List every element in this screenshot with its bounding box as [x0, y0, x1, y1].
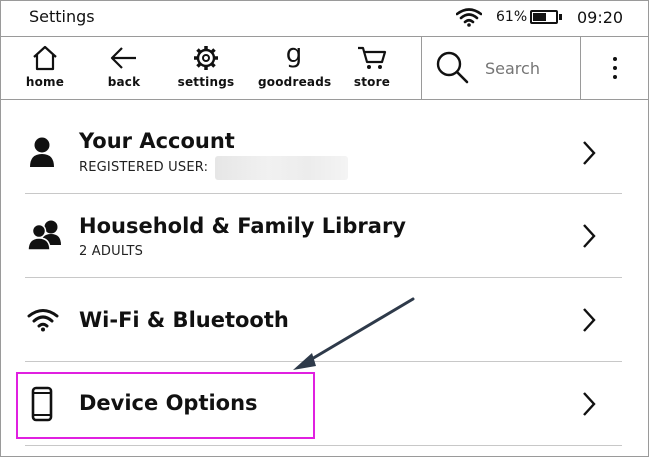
- back-button[interactable]: back: [89, 37, 159, 99]
- battery-icon: [530, 10, 558, 24]
- row-subtitle: 2 ADULTS: [79, 244, 144, 259]
- highlight-box: [16, 372, 315, 439]
- clock: 09:20: [577, 8, 624, 27]
- home-label: home: [25, 75, 65, 89]
- store-label: store: [353, 75, 391, 89]
- chevron-right-icon: [581, 307, 597, 337]
- toolbar-divider: [421, 37, 422, 99]
- back-arrow-icon: [110, 45, 138, 71]
- battery-percent: 61%: [496, 9, 528, 25]
- pointer-arrow: [285, 295, 420, 379]
- row-title: Household & Family Library: [79, 214, 406, 238]
- wifi-icon: [27, 308, 59, 336]
- people-icon: [27, 219, 63, 255]
- home-icon: [32, 45, 58, 71]
- cart-icon: [357, 45, 387, 71]
- settings-label: settings: [177, 75, 235, 89]
- chevron-right-icon: [581, 140, 597, 170]
- row-title: Wi-Fi & Bluetooth: [79, 308, 289, 332]
- row-subtitle: REGISTERED USER:: [79, 160, 209, 175]
- goodreads-button[interactable]: g goodreads: [258, 37, 332, 99]
- status-bar: Settings 61% 09:20: [0, 0, 649, 35]
- chevron-right-icon: [581, 223, 597, 253]
- goodreads-label: goodreads: [258, 75, 332, 89]
- row-divider: [25, 445, 622, 446]
- status-title: Settings: [29, 7, 95, 26]
- battery-fill: [533, 13, 546, 21]
- chevron-right-icon: [581, 391, 597, 421]
- person-icon: [27, 136, 57, 172]
- home-button[interactable]: home: [10, 37, 80, 99]
- battery-tip: [559, 14, 562, 20]
- goodreads-icon: g: [285, 39, 303, 69]
- back-label: back: [107, 75, 141, 89]
- search-icon[interactable]: [435, 50, 469, 88]
- list-item-your-account[interactable]: Your Account REGISTERED USER:: [25, 111, 622, 194]
- settings-button[interactable]: settings: [171, 37, 241, 99]
- search-input[interactable]: [485, 59, 575, 78]
- toolbar: home back settings g goodreads store Sea…: [0, 36, 649, 100]
- store-button[interactable]: store: [337, 37, 407, 99]
- toolbar-divider: [580, 37, 581, 99]
- row-title: Your Account: [79, 129, 235, 153]
- redacted-username: [215, 156, 348, 180]
- list-item-household[interactable]: Household & Family Library 2 ADULTS: [25, 194, 622, 278]
- more-menu-icon[interactable]: [608, 55, 622, 81]
- gear-icon: [193, 45, 219, 71]
- wifi-status-icon: [455, 8, 483, 31]
